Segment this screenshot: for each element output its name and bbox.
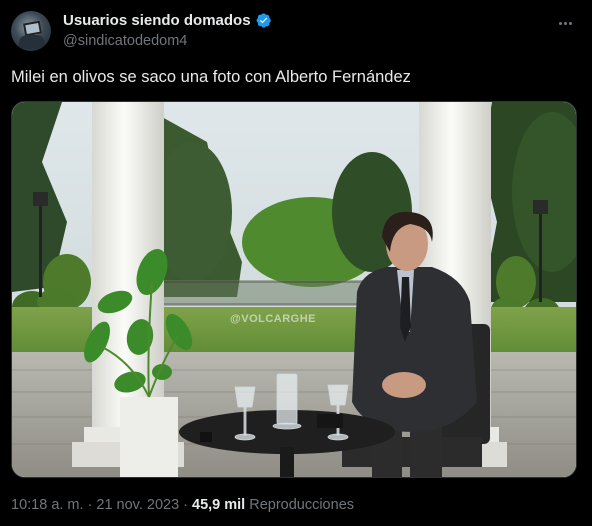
meta-separator: · xyxy=(183,497,189,513)
name-row: Usuarios siendo domados xyxy=(63,12,272,29)
photo-illustration xyxy=(12,102,576,477)
avatar-body-shape xyxy=(19,35,45,49)
views-label: Reproducciones xyxy=(249,497,355,513)
author-handle[interactable]: @sindicatodedom4 xyxy=(63,33,187,49)
views-count: 45,9 mil xyxy=(192,497,246,513)
meta-separator: · xyxy=(87,497,93,513)
tweet-time[interactable]: 10:18 a. m. xyxy=(11,497,84,513)
tweet-header: Usuarios siendo domados @sindicatodedom4 xyxy=(11,10,581,54)
avatar[interactable] xyxy=(11,11,51,51)
tweet-photo[interactable]: @VOLCARGHE xyxy=(11,101,577,478)
avatar-screen-shape xyxy=(23,20,42,37)
tweet-text: Milei en olivos se saco una foto con Alb… xyxy=(11,68,411,86)
verified-badge-icon[interactable] xyxy=(255,12,272,29)
author-display-name[interactable]: Usuarios siendo domados xyxy=(63,12,251,29)
tweet-date[interactable]: 21 nov. 2023 xyxy=(96,497,179,513)
tweet-meta: 10:18 a. m. · 21 nov. 2023 · 45,9 mil Re… xyxy=(11,497,354,513)
more-options-icon[interactable] xyxy=(555,13,575,33)
photo-watermark: @VOLCARGHE xyxy=(230,313,317,325)
